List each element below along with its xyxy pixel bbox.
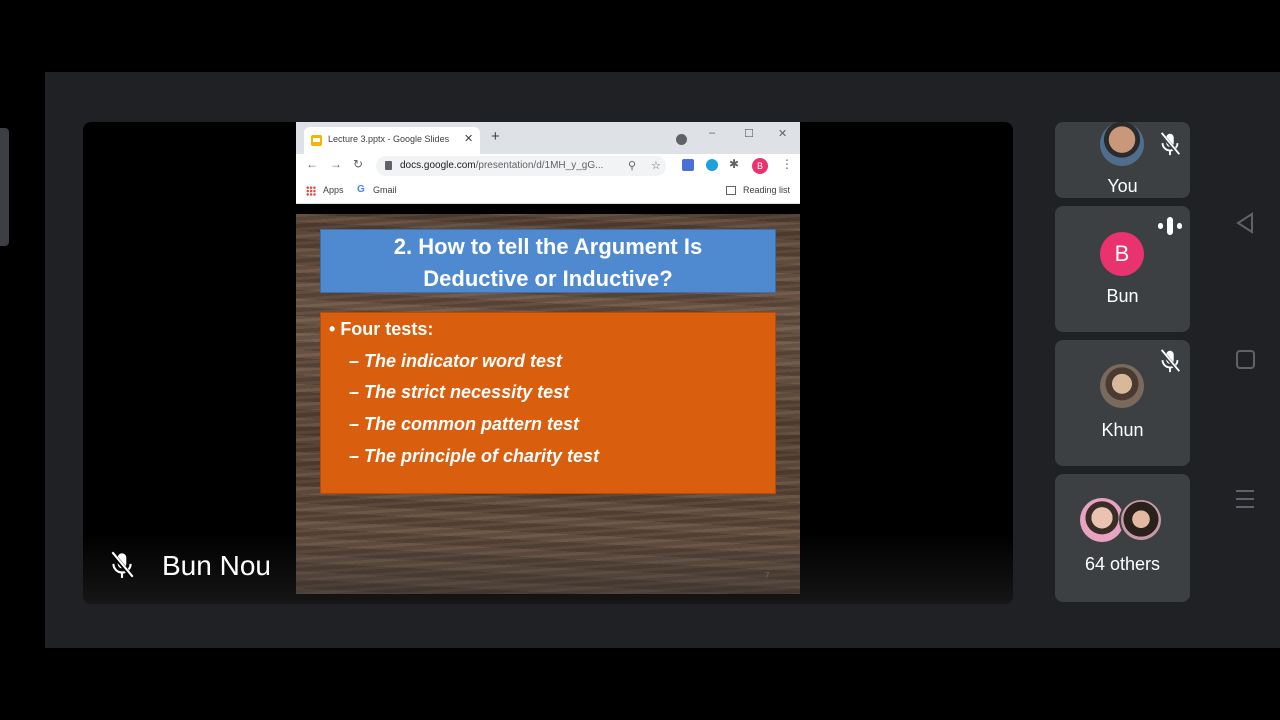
browser-window: Lecture 3.pptx - Google Slides ✕ + – ☐ ✕…: [296, 122, 800, 204]
participant-name: 64 others: [1084, 554, 1161, 574]
side-handle[interactable]: [0, 128, 9, 246]
puzzle-icon[interactable]: ✱: [729, 157, 739, 171]
slide-bullet: • Four tests:: [329, 319, 434, 339]
participant-tile-you[interactable]: You: [1055, 122, 1190, 198]
mic-off-icon: [1159, 348, 1181, 374]
tab-close-icon[interactable]: ✕: [464, 132, 473, 145]
mic-off-icon: [1159, 131, 1181, 157]
slide-title: 2. How to tell the Argument Is Deductive…: [320, 229, 776, 293]
slide-subitem: – The indicator word test: [349, 351, 563, 371]
slide-title-line-1: 2. How to tell the Argument Is: [393, 234, 703, 259]
recents-icon[interactable]: [1232, 488, 1258, 510]
bookmark-apps[interactable]: Apps: [323, 185, 344, 195]
slide-subitem: – The principle of charity test: [349, 446, 600, 466]
bookmarks-bar: Apps G Gmail Reading list: [296, 178, 800, 204]
participant-name: Bun: [1106, 286, 1139, 306]
home-icon[interactable]: [1232, 348, 1258, 372]
meet-screen: Lecture 3.pptx - Google Slides ✕ + – ☐ ✕…: [0, 0, 1280, 720]
avatar: [1119, 498, 1163, 542]
profile-avatar[interactable]: B: [752, 158, 768, 174]
slide-subitem: – The common pattern test: [349, 414, 580, 434]
menu-icon[interactable]: ⋮: [781, 157, 793, 171]
slide-subitem: – The strict necessity test: [349, 382, 570, 402]
star-icon[interactable]: ☆: [651, 159, 661, 172]
browser-toolbar: ← → ↻ docs.google.com/presentation/d/1MH…: [296, 154, 800, 178]
lock-icon: [385, 161, 392, 170]
participant-tile-bun[interactable]: B Bun: [1055, 206, 1190, 332]
main-presentation-tile[interactable]: Lecture 3.pptx - Google Slides ✕ + – ☐ ✕…: [83, 122, 1013, 604]
forward-arrow-icon[interactable]: →: [330, 157, 342, 171]
reload-icon[interactable]: ↻: [353, 157, 363, 171]
slide-title-line-2: Deductive or Inductive?: [423, 266, 673, 291]
translate-extension-icon[interactable]: [682, 159, 694, 171]
speaking-icon: [1158, 217, 1182, 235]
avatar: [1080, 498, 1124, 542]
skype-extension-icon[interactable]: [706, 159, 718, 171]
new-tab-button[interactable]: +: [491, 129, 500, 145]
tab-search-icon[interactable]: [676, 134, 687, 145]
browser-tab[interactable]: Lecture 3.pptx - Google Slides ✕: [304, 127, 480, 154]
zoom-icon[interactable]: ⚲: [628, 159, 636, 172]
reading-list-icon: [726, 186, 736, 195]
url-text: docs.google.com/presentation/d/1MH_y_gG.…: [400, 160, 604, 171]
participant-name: You: [1107, 176, 1138, 196]
mic-off-icon: [109, 550, 135, 580]
participant-name: Khun: [1101, 420, 1144, 440]
slide-body: • Four tests: – The indicator word test …: [320, 312, 776, 494]
avatar: [1100, 122, 1144, 166]
avatar: [1100, 364, 1144, 408]
minimize-button[interactable]: –: [709, 127, 715, 139]
apps-icon: [306, 186, 316, 196]
browser-tab-bar: Lecture 3.pptx - Google Slides ✕ + – ☐ ✕: [296, 122, 800, 154]
back-arrow-icon[interactable]: ←: [306, 157, 318, 171]
participant-tile-others[interactable]: 64 others: [1055, 474, 1190, 602]
window-close-button[interactable]: ✕: [778, 127, 787, 140]
reading-list-button[interactable]: Reading list: [743, 185, 790, 195]
avatar: B: [1100, 232, 1144, 276]
back-icon[interactable]: [1232, 210, 1258, 236]
slides-icon: [311, 135, 322, 146]
address-bar[interactable]: docs.google.com/presentation/d/1MH_y_gG.…: [376, 156, 666, 176]
participant-tile-khun[interactable]: Khun: [1055, 340, 1190, 466]
shared-screen: Lecture 3.pptx - Google Slides ✕ + – ☐ ✕…: [296, 122, 800, 594]
tab-title: Lecture 3.pptx - Google Slides: [328, 134, 450, 144]
maximize-button[interactable]: ☐: [744, 127, 754, 140]
google-icon: G: [357, 184, 365, 195]
bookmark-gmail[interactable]: Gmail: [373, 185, 397, 195]
presenter-name: Bun Nou: [162, 550, 271, 581]
